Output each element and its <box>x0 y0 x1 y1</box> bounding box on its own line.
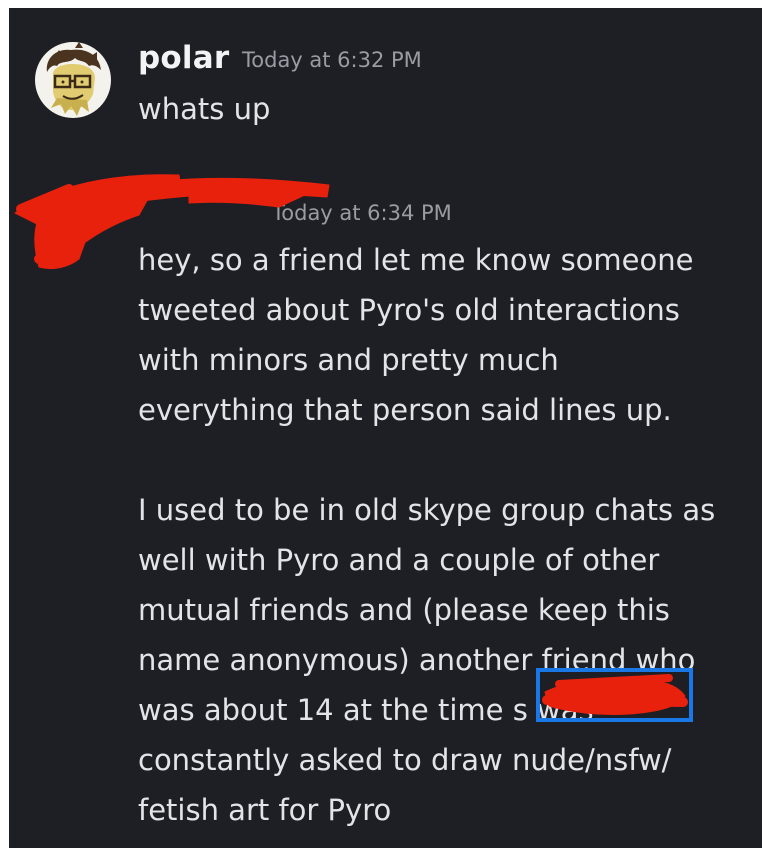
chat-window: polar Today at 6:32 PM whats up Today at… <box>9 8 762 848</box>
timestamp: Today at 6:34 PM <box>272 201 452 225</box>
message-text: whats up <box>138 84 270 134</box>
message-text: hey, so a friend let me know someone twe… <box>138 235 715 835</box>
message-line: mutual friends and (please keep this <box>138 593 670 627</box>
user-avatar[interactable] <box>35 42 111 118</box>
message-line: fetish art for Pyro <box>138 793 392 827</box>
message-line: I used to be in old skype group chats as <box>138 493 716 527</box>
username[interactable]: polar <box>138 40 229 76</box>
message-line: everything that person said lines up. <box>138 393 672 427</box>
message-line: whats up <box>138 92 271 126</box>
message-line <box>138 435 715 485</box>
message-line: hey, so a friend let me know someone <box>138 243 694 277</box>
message-line: constantly asked to draw nude/nsfw/ <box>138 743 672 777</box>
message-line: with minors and pretty much <box>138 343 559 377</box>
avatar-drawing-icon <box>46 42 101 116</box>
timestamp: Today at 6:32 PM <box>242 48 422 72</box>
highlight-box <box>536 668 693 722</box>
message-line: well with Pyro and a couple of other <box>138 543 660 577</box>
message-line: tweeted about Pyro's old interactions <box>138 293 680 327</box>
